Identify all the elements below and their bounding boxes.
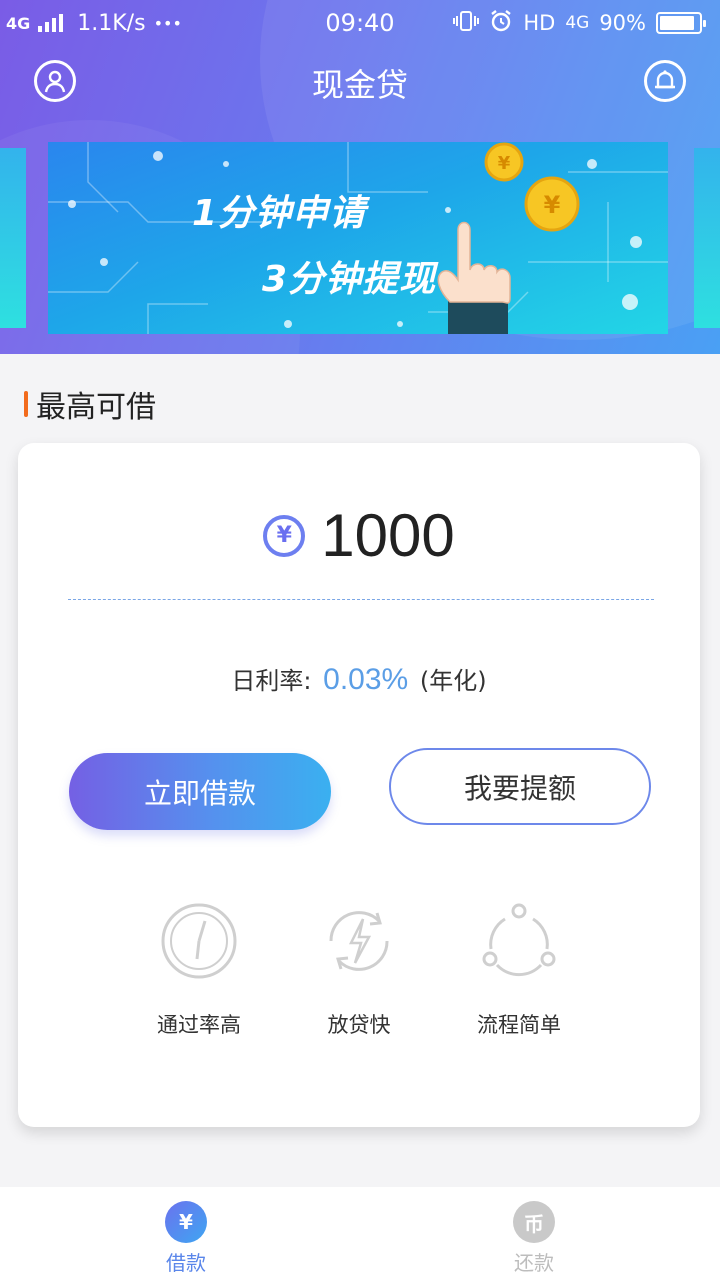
- signal-icon: [38, 14, 64, 32]
- network-type: 4G: [6, 13, 31, 33]
- rate-label: 日利率:: [231, 667, 312, 695]
- battery-icon: [656, 12, 706, 34]
- nav-bar: 现金贷: [0, 46, 720, 116]
- status-bar: 4G 1.1K/s ••• 09:40 HD 4G 90%: [0, 0, 720, 46]
- hd-indicator: HD: [523, 11, 556, 35]
- promo-banner[interactable]: ¥ ¥ 1分钟申请 3分钟提现: [48, 142, 668, 334]
- amount-row: ¥ 1000: [18, 501, 700, 570]
- bell-icon: [655, 70, 675, 89]
- rate-value: 0.03%: [323, 663, 409, 696]
- coin-icon: ¥ ¥: [484, 142, 580, 232]
- alarm-icon: [489, 9, 513, 38]
- banner-line-2: 3分钟提现: [262, 259, 437, 300]
- feature-simple-process: 流程简单: [439, 901, 599, 1039]
- gauge-icon: [161, 903, 237, 979]
- svg-text:¥: ¥: [498, 153, 511, 174]
- tab-label: 借款: [166, 1251, 206, 1275]
- vibrate-icon: [453, 10, 480, 37]
- feature-label: 流程简单: [477, 1013, 561, 1037]
- loan-amount: 1000: [321, 502, 455, 569]
- loan-card: ¥ 1000 日利率: 0.03% (年化) 立即借款 我要提额 通过率高 放贷…: [18, 443, 700, 1127]
- banner-line-1: 1分钟申请: [192, 193, 367, 234]
- lightning-refresh-icon: [329, 911, 389, 971]
- section-title-text: 最高可借: [36, 390, 156, 425]
- pointing-hand-icon: [437, 221, 511, 334]
- process-circle-icon: [482, 903, 556, 977]
- borrow-now-button[interactable]: 立即借款: [69, 753, 331, 830]
- increase-limit-button[interactable]: 我要提额: [389, 748, 651, 825]
- circuit-pattern: ¥ ¥: [48, 142, 668, 334]
- feature-high-approval: 通过率高: [119, 901, 279, 1039]
- tab-label: 还款: [514, 1251, 554, 1275]
- banner-prev-peek[interactable]: [0, 148, 26, 328]
- coin-circle-icon: 币: [513, 1201, 555, 1243]
- feature-fast-loan: 放贷快: [279, 901, 439, 1039]
- yen-circle-icon: ¥: [165, 1201, 207, 1243]
- feature-list: 通过率高 放贷快 流程简单: [18, 901, 700, 1051]
- tab-borrow[interactable]: ¥ 借款: [126, 1201, 246, 1276]
- network-type-right: 4G: [565, 13, 590, 33]
- rate-suffix: (年化): [419, 667, 487, 695]
- feature-label: 通过率高: [157, 1013, 241, 1037]
- page-title: 现金贷: [311, 66, 408, 104]
- interest-rate-row: 日利率: 0.03% (年化): [18, 661, 700, 697]
- banner-next-peek[interactable]: [694, 148, 720, 328]
- section-marker: [24, 391, 28, 417]
- tab-repay[interactable]: 币 还款: [474, 1201, 594, 1276]
- network-speed: 1.1K/s: [77, 10, 146, 36]
- yen-icon: ¥: [263, 514, 306, 557]
- divider: [68, 599, 654, 600]
- bottom-tab-bar: ¥ 借款 币 还款: [0, 1187, 720, 1280]
- feature-label: 放贷快: [327, 1013, 391, 1037]
- section-title: 最高可借: [24, 382, 156, 426]
- more-dots: •••: [153, 13, 182, 33]
- battery-percent: 90%: [599, 11, 646, 35]
- svg-text:¥: ¥: [544, 191, 561, 219]
- notifications-button[interactable]: [644, 60, 686, 102]
